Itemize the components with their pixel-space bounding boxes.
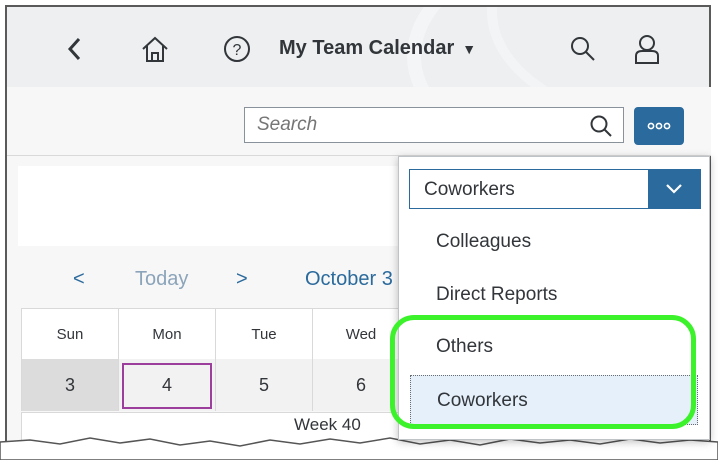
day-name: Sun bbox=[22, 308, 118, 360]
caret-down-icon: ▼ bbox=[462, 40, 477, 57]
day-number[interactable]: 5 bbox=[216, 359, 312, 411]
team-filter-select[interactable]: Coworkers bbox=[409, 169, 701, 209]
option-direct-reports[interactable]: Direct Reports bbox=[410, 270, 698, 320]
search-icon bbox=[571, 37, 595, 61]
user-button[interactable] bbox=[627, 27, 667, 71]
search-icon[interactable] bbox=[589, 114, 613, 143]
more-icon bbox=[647, 122, 671, 130]
option-colleagues[interactable]: Colleagues bbox=[410, 217, 698, 267]
select-value: Coworkers bbox=[424, 179, 515, 200]
next-button[interactable]: > bbox=[236, 268, 248, 291]
svg-text:?: ? bbox=[233, 42, 242, 59]
chevron-left-icon bbox=[67, 37, 81, 61]
user-icon bbox=[635, 35, 659, 64]
day-name: Tue bbox=[216, 308, 312, 360]
previous-button[interactable]: < bbox=[73, 268, 85, 291]
home-icon bbox=[142, 36, 168, 62]
chevron-down-icon[interactable] bbox=[648, 170, 700, 208]
calendar-nav: < Today > October 3 bbox=[18, 256, 418, 306]
calendar-header-band bbox=[18, 166, 418, 246]
shell-bar: ? My Team Calendar ▼ bbox=[7, 7, 709, 94]
search-button[interactable] bbox=[563, 27, 603, 71]
search-input[interactable] bbox=[257, 108, 557, 142]
day-sun[interactable]: Sun 3 bbox=[21, 308, 118, 411]
day-mon[interactable]: Mon 4 bbox=[118, 308, 215, 411]
back-button[interactable] bbox=[55, 27, 95, 71]
highlight-annotation bbox=[390, 315, 696, 429]
app-title: My Team Calendar bbox=[279, 37, 455, 59]
more-button[interactable] bbox=[634, 107, 684, 145]
app-title-menu[interactable]: My Team Calendar ▼ bbox=[279, 37, 476, 60]
week-days: Sun 3 Mon 4 Tue 5 Wed 6 bbox=[21, 308, 409, 411]
help-button[interactable]: ? bbox=[217, 27, 257, 71]
help-icon: ? bbox=[224, 36, 250, 62]
search-field[interactable] bbox=[244, 107, 624, 143]
day-name: Mon bbox=[119, 308, 215, 360]
day-number[interactable]: 3 bbox=[22, 359, 118, 411]
month-picker[interactable]: October 3 bbox=[305, 268, 393, 291]
day-tue[interactable]: Tue 5 bbox=[215, 308, 312, 411]
day-number[interactable]: 4 bbox=[119, 359, 215, 411]
today-button[interactable]: Today bbox=[135, 268, 188, 291]
home-button[interactable] bbox=[135, 27, 175, 71]
